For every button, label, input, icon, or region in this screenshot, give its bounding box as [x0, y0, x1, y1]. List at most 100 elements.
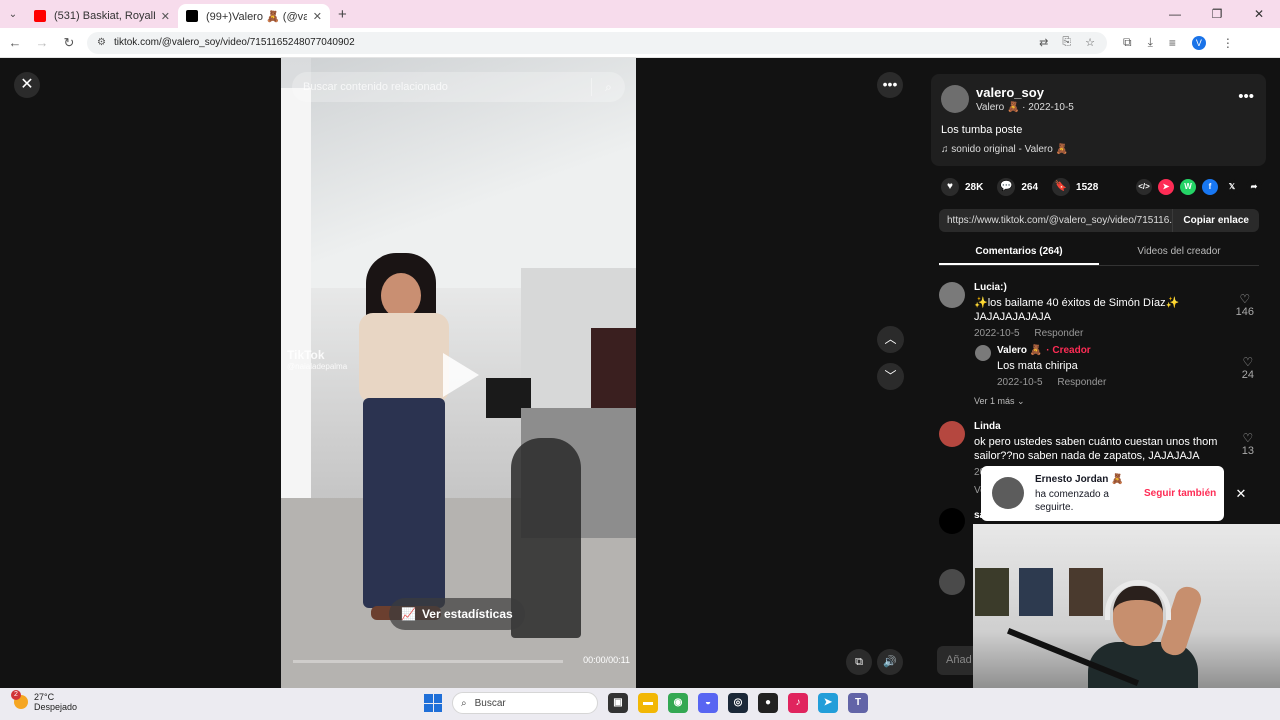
video-time: 00:00/00:11 — [583, 655, 630, 665]
follow-back-button[interactable]: Seguir también — [1144, 488, 1216, 499]
download-icon[interactable]: ⤓ — [1148, 35, 1153, 50]
previous-video-button[interactable]: ︿ — [877, 326, 904, 353]
new-tab-button[interactable]: + — [338, 6, 347, 23]
related-search-input[interactable]: Buscar contenido relacionado ⌕ — [292, 72, 625, 102]
comment-like-button[interactable]: ♡ 146 — [1236, 292, 1254, 318]
tab-list-dropdown[interactable]: ⌄ — [0, 9, 26, 20]
windows-start-icon[interactable] — [424, 694, 442, 712]
tab-creator-videos[interactable]: Videos del creador — [1099, 241, 1259, 265]
facebook-icon[interactable]: f — [1202, 179, 1218, 195]
reload-icon[interactable]: ↻ — [57, 35, 81, 51]
floating-player-icon[interactable]: ⧉ — [846, 649, 872, 675]
menu-icon[interactable]: ⋮ — [1222, 36, 1234, 50]
reply-button[interactable]: Responder — [1057, 377, 1106, 388]
notification-message: ha comenzado a seguirte. — [1035, 489, 1109, 513]
commenter-name[interactable]: Lucia:) — [974, 282, 1007, 293]
copy-link-button[interactable]: Copiar enlace — [1172, 209, 1259, 232]
view-more-replies[interactable]: Ver 1 más ⌄ — [974, 396, 1025, 407]
comment-meta: 2022-10-5 Responder — [974, 328, 1095, 339]
close-window-button[interactable]: ✕ — [1238, 0, 1280, 28]
commenter-avatar[interactable] — [939, 282, 965, 308]
url-field[interactable]: ⚙ tiktok.com/@valero_soy/video/715116524… — [87, 31, 1107, 54]
commenter-avatar[interactable] — [939, 508, 965, 534]
like-button[interactable]: ♥ 28K — [941, 178, 983, 196]
save-button[interactable]: 🔖 1528 — [1052, 178, 1098, 196]
more-options-button[interactable]: ••• — [877, 72, 903, 98]
share-link[interactable]: https://www.tiktok.com/@valero_soy/video… — [947, 215, 1172, 226]
close-tab-icon[interactable]: ✕ — [161, 10, 170, 23]
discord-icon[interactable]: ◒ — [698, 693, 718, 713]
tiktok-live-icon[interactable]: ♪ — [788, 693, 808, 713]
reply-like-button[interactable]: ♡ 24 — [1242, 355, 1254, 381]
comment-button[interactable]: 💬 264 — [997, 178, 1038, 196]
minimize-button[interactable]: — — [1154, 0, 1196, 28]
stats-label: Ver estadísticas — [421, 607, 513, 621]
commenter-name[interactable]: Linda — [974, 421, 1001, 432]
music-row[interactable]: ♫ sonido original - Valero 🧸 — [941, 144, 1068, 155]
close-tab-icon[interactable]: ✕ — [313, 10, 322, 23]
view-stats-button[interactable]: 📈 Ver estadísticas — [389, 598, 525, 630]
video-player[interactable]: Buscar contenido relacionado ⌕ TikTok @n… — [281, 58, 636, 688]
back-icon[interactable]: ← — [3, 35, 27, 50]
commenter-avatar[interactable] — [939, 421, 965, 447]
install-icon[interactable]: ⎘ — [1062, 36, 1071, 49]
teams-icon[interactable]: T — [848, 693, 868, 713]
wall-poster — [1069, 568, 1103, 616]
bookmark-star-icon[interactable]: ☆ — [1085, 36, 1095, 49]
translate-icon[interactable]: ⇄ — [1039, 36, 1048, 49]
reply-date: 2022-10-5 — [997, 377, 1043, 388]
whatsapp-icon[interactable]: W — [1180, 179, 1196, 195]
youtube-icon — [34, 10, 46, 22]
chevron-down-icon: ⌄ — [1017, 396, 1025, 406]
share-arrow-icon[interactable]: ➦ — [1246, 179, 1262, 195]
media-icon[interactable]: ≡ — [1169, 36, 1176, 50]
taskbar-search[interactable]: ⌕ Buscar — [452, 692, 598, 714]
save-count: 1528 — [1076, 181, 1099, 193]
author-more-icon[interactable]: ••• — [1238, 88, 1254, 105]
author-username[interactable]: valero_soy — [976, 85, 1044, 100]
play-icon[interactable] — [443, 353, 479, 397]
send-icon[interactable]: ➤ — [1158, 179, 1174, 195]
video-progress-bar[interactable] — [293, 660, 563, 663]
weather-widget[interactable]: 2 27°C Despejado — [11, 690, 77, 712]
forward-icon[interactable]: → — [30, 35, 54, 50]
comment-like-button[interactable]: ♡ 13 — [1242, 431, 1254, 457]
search-icon[interactable]: ⌕ — [591, 78, 625, 96]
file-explorer-icon[interactable]: ▬ — [638, 693, 658, 713]
reply-button[interactable]: Responder — [1034, 328, 1083, 339]
volume-icon[interactable]: 🔊 — [877, 649, 903, 675]
comment-like-count: 13 — [1241, 445, 1254, 457]
tab-comments[interactable]: Comentarios (264) — [939, 241, 1099, 265]
site-info-icon[interactable]: ⚙ — [97, 37, 106, 48]
chrome-icon[interactable]: ◉ — [668, 693, 688, 713]
comment-count: 264 — [1021, 181, 1039, 193]
steam-icon[interactable]: ◎ — [728, 693, 748, 713]
close-notification-icon[interactable]: ✕ — [1229, 482, 1253, 506]
reply-author[interactable]: Valero 🧸 · Creador — [997, 345, 1091, 356]
follower-name[interactable]: Ernesto Jordan 🧸 — [1035, 474, 1124, 485]
video-person — [381, 273, 421, 318]
next-video-button[interactable]: ﹀ — [877, 363, 904, 390]
tab-tiktok[interactable]: (99+)Valero 🧸 (@valero_soy) | ✕ — [178, 4, 330, 28]
embed-icon[interactable]: </> — [1136, 179, 1152, 195]
chart-icon: 📈 — [401, 607, 416, 621]
x-icon[interactable]: 𝕏 — [1224, 179, 1240, 195]
heart-outline-icon: ♡ — [1242, 355, 1254, 369]
author-avatar[interactable] — [941, 85, 969, 113]
follower-avatar[interactable] — [992, 477, 1024, 509]
comment-text: ✨los bailame 40 éxitos de Simón Díaz✨ JA… — [974, 297, 1180, 323]
task-view-icon[interactable]: ▣ — [608, 693, 628, 713]
obs-icon[interactable]: ● — [758, 693, 778, 713]
taskbar-search-label: Buscar — [474, 697, 506, 709]
commenter-avatar[interactable] — [939, 569, 965, 595]
tab-youtube[interactable]: (531) Baskiat, RoyalLive - Báilam ✕ — [26, 4, 178, 28]
taskbar-apps: ⌕ Buscar ▣ ▬ ◉ ◒ ◎ ● ♪ ➤ T — [424, 692, 868, 714]
like-count: 28K — [965, 181, 984, 193]
tiktok-watermark: TikTok @naialadepalma — [287, 348, 347, 371]
close-video-button[interactable]: ✕ — [14, 72, 40, 98]
extensions-icon[interactable]: ⧉ — [1123, 35, 1132, 50]
maximize-button[interactable]: ❐ — [1196, 0, 1238, 28]
profile-avatar[interactable]: V — [1191, 35, 1206, 50]
telegram-icon[interactable]: ➤ — [818, 693, 838, 713]
reply-avatar[interactable] — [975, 345, 991, 361]
